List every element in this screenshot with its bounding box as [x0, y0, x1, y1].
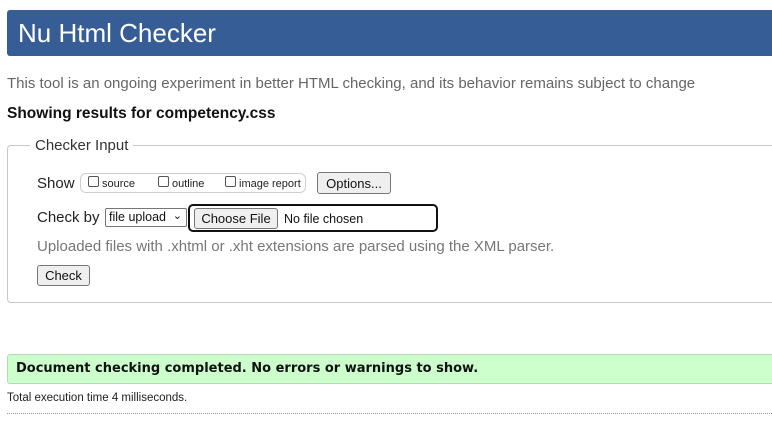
xml-parser-hint: Uploaded files with .xhtml or .xht exten…: [37, 238, 555, 255]
file-input[interactable]: Choose File No file chosen: [188, 204, 438, 232]
source-checkbox-label[interactable]: source: [102, 178, 135, 190]
page-title: Nu Html Checker: [18, 18, 216, 48]
outline-checkbox-label[interactable]: outline: [172, 178, 204, 190]
image-report-checkbox-label[interactable]: image report: [239, 178, 301, 190]
check-by-select-value: file upload: [109, 210, 166, 224]
results-for-heading: Showing results for competency.css: [7, 105, 276, 122]
checker-input-legend: Checker Input: [35, 137, 129, 154]
options-button[interactable]: Options...: [317, 172, 391, 194]
chevron-down-icon: ⌄: [172, 210, 182, 222]
choose-file-button[interactable]: Choose File: [194, 208, 278, 229]
divider: [7, 413, 772, 414]
image-report-checkbox[interactable]: [225, 176, 236, 187]
intro-text: This tool is an ongoing experiment in be…: [7, 75, 696, 92]
success-message: Document checking completed. No errors o…: [7, 354, 772, 384]
page-header: Nu Html Checker: [7, 10, 772, 56]
source-checkbox[interactable]: [88, 176, 99, 187]
check-by-select[interactable]: file upload ⌄: [105, 208, 187, 227]
show-label: Show: [37, 175, 75, 192]
execution-time: Total execution time 4 milliseconds.: [7, 392, 188, 404]
check-by-label: Check by: [37, 209, 100, 226]
check-button[interactable]: Check: [37, 265, 90, 286]
outline-checkbox[interactable]: [158, 176, 169, 187]
file-status: No file chosen: [284, 212, 364, 226]
show-options-group: source outline image report: [80, 173, 306, 193]
